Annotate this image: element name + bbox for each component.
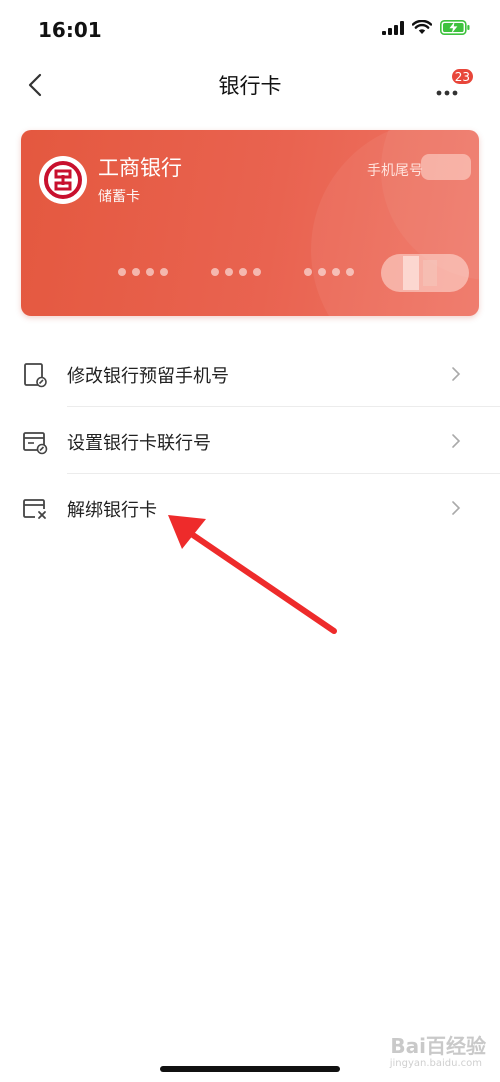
notification-badge: 23 <box>450 68 474 85</box>
signal-icon <box>382 20 404 35</box>
card-settings-icon <box>23 432 48 455</box>
page-title: 银行卡 <box>218 74 282 98</box>
chevron-right-icon <box>452 367 461 381</box>
card-number-group-1 <box>118 268 168 276</box>
card-number-group-3 <box>304 268 354 276</box>
menu-item-change-phone[interactable]: 修改银行预留手机号 <box>0 340 500 407</box>
status-bar: 16:01 <box>0 0 500 60</box>
menu-item-label: 解绑银行卡 <box>67 500 157 521</box>
card-type: 储蓄卡 <box>98 189 140 205</box>
menu-item-label: 修改银行预留手机号 <box>67 366 229 387</box>
bank-card[interactable]: 工商银行 储蓄卡 手机尾号 <box>21 130 479 316</box>
icbc-logo <box>39 156 87 204</box>
bank-name: 工商银行 <box>98 156 182 180</box>
annotation-arrow <box>168 515 337 634</box>
card-unbind-icon <box>23 499 46 519</box>
nav-bar: 银行卡 23 <box>0 60 500 110</box>
home-indicator[interactable] <box>160 1066 340 1072</box>
status-icons <box>382 20 470 35</box>
phone-tail-label: 手机尾号 <box>367 163 423 179</box>
card-number-group-2 <box>211 268 261 276</box>
watermark-url: jingyan.baidu.com <box>389 1058 482 1069</box>
battery-charging-icon <box>440 20 470 35</box>
status-time: 16:01 <box>38 18 102 42</box>
icbc-logo-icon <box>44 161 82 199</box>
watermark: Bai百经验 <box>390 1034 486 1058</box>
chevron-right-icon <box>452 434 461 448</box>
card-number-last-blurred <box>381 254 469 292</box>
chevron-right-icon <box>452 501 461 515</box>
phone-tail-blurred <box>421 154 471 180</box>
more-button[interactable]: 23 <box>430 68 474 102</box>
menu-item-label: 设置银行卡联行号 <box>67 433 211 454</box>
wifi-icon <box>412 20 432 34</box>
phone-edit-icon <box>24 363 47 388</box>
menu-item-set-bank-code[interactable]: 设置银行卡联行号 <box>0 407 500 474</box>
